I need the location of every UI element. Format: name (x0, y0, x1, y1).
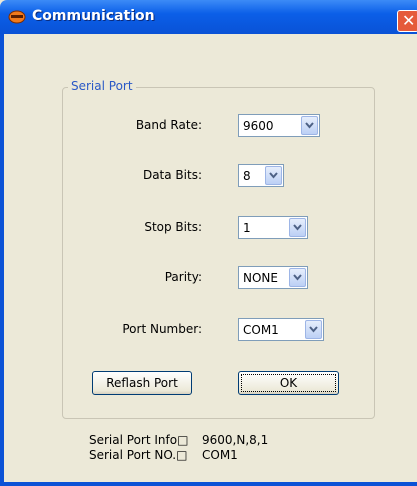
app-icon (8, 8, 26, 24)
reflash-port-button[interactable]: Reflash Port (92, 371, 192, 395)
port-number-label: Port Number: (122, 322, 202, 336)
title-bar[interactable]: Communication ✕ (0, 0, 417, 34)
chevron-down-icon[interactable] (289, 218, 306, 237)
data-bits-label: Data Bits: (142, 168, 202, 182)
parity-label: Parity: (164, 270, 202, 284)
stop-bits-label: Stop Bits: (144, 220, 202, 234)
band-rate-value: 9600 (243, 119, 274, 133)
ok-button[interactable]: OK (238, 371, 339, 395)
parity-value: NONE (243, 271, 278, 285)
serial-port-no-label: Serial Port NO.□ (89, 448, 188, 462)
serial-port-info-value: 9600,N,8,1 (202, 433, 269, 447)
serial-port-info-label: Serial Port Info□ (89, 433, 189, 447)
window-title: Communication (32, 8, 155, 24)
parity-select[interactable]: NONE (238, 266, 308, 289)
close-icon: ✕ (402, 11, 416, 30)
serial-port-groupbox (62, 87, 375, 419)
port-number-value: COM1 (243, 323, 279, 337)
chevron-down-icon[interactable] (289, 268, 306, 287)
close-button[interactable]: ✕ (397, 10, 417, 32)
port-number-select[interactable]: COM1 (238, 318, 324, 341)
serial-port-no-value: COM1 (202, 448, 238, 462)
data-bits-select[interactable]: 8 (238, 164, 284, 187)
stop-bits-select[interactable]: 1 (238, 216, 308, 239)
band-rate-label: Band Rate: (135, 118, 202, 132)
chevron-down-icon[interactable] (265, 166, 282, 185)
band-rate-select[interactable]: 9600 (238, 114, 320, 137)
stop-bits-value: 1 (243, 221, 251, 235)
communication-window: Communication ✕ Serial Port Band Rate: 9… (0, 0, 417, 486)
chevron-down-icon[interactable] (305, 320, 322, 339)
chevron-down-icon[interactable] (301, 116, 318, 135)
data-bits-value: 8 (243, 169, 251, 183)
serial-port-group-label: Serial Port (68, 79, 136, 93)
